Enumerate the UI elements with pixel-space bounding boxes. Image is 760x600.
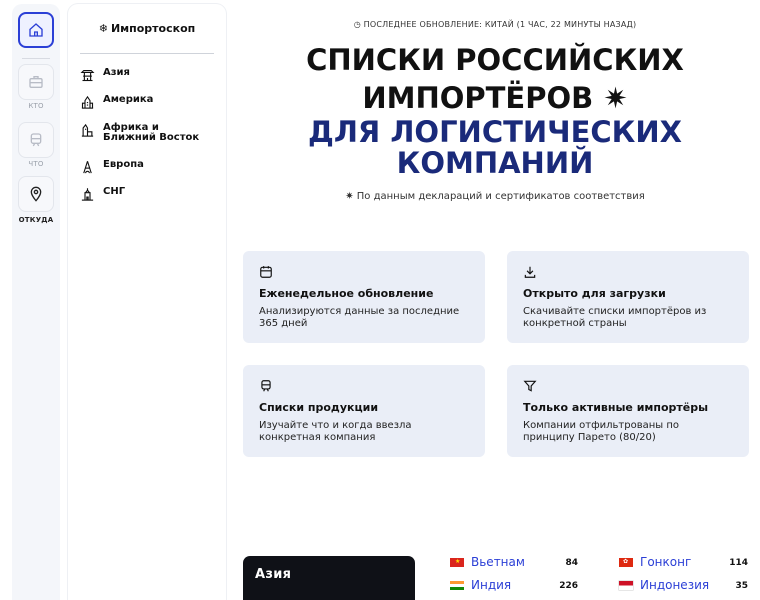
rail-label-from-where: ОТКУДА — [18, 216, 54, 224]
what-button[interactable] — [18, 122, 54, 158]
country-link-hongkong[interactable]: ✿ Гонконг — [619, 555, 691, 569]
rail-divider — [22, 58, 50, 59]
card-title: Открыто для загрузки — [523, 287, 666, 300]
region-sidebar: ❄ Импортоскоп Азия Америка Африка и Ближн… — [68, 4, 226, 600]
briefcase-icon — [29, 76, 43, 88]
sidebar-item-cis[interactable]: СНГ — [80, 187, 213, 202]
country-link-indonesia[interactable]: Индонезия — [619, 578, 709, 592]
country-link-india[interactable]: Индия — [450, 578, 511, 592]
card-title: Только активные импортёры — [523, 401, 709, 414]
filter-icon — [523, 380, 537, 392]
feature-card-active-importers: Только активные импортёры Компании отфил… — [507, 365, 749, 457]
card-text: Скачивайте списки импортёров из конкретн… — [523, 306, 707, 329]
indonesia-flag-icon — [619, 580, 633, 590]
card-text: Компании отфильтрованы по принципу Парет… — [523, 420, 680, 443]
calendar-icon — [260, 266, 272, 278]
pagoda-icon — [80, 69, 95, 82]
sidebar-item-europe[interactable]: Европа — [80, 160, 213, 175]
card-title: Списки продукции — [259, 401, 379, 414]
rail-label-who: КТО — [28, 102, 44, 110]
home-button[interactable] — [18, 12, 54, 48]
vietnam-flag-icon: ★ — [450, 557, 464, 567]
feature-card-weekly-update: Еженедельное обновление Анализируются да… — [243, 251, 485, 343]
country-count: 35 — [735, 581, 748, 591]
sidebar-divider — [80, 53, 214, 54]
hongkong-flag-icon: ✿ — [619, 557, 633, 567]
skyscraper-icon — [81, 95, 94, 109]
card-text: Изучайте что и когда ввезла конкретная к… — [259, 420, 412, 443]
card-text: Анализируются данные за последние 365 дн… — [259, 306, 460, 329]
page-title-line-3: ДЛЯ ЛОГИСТИЧЕСКИХ — [307, 115, 683, 149]
page-subtitle: ✷ По данным деклараций и сертификатов со… — [345, 191, 645, 202]
who-button[interactable] — [18, 64, 54, 100]
map-pin-icon — [30, 186, 42, 202]
sidebar-item-america[interactable]: Америка — [80, 95, 213, 110]
sidebar-item-asia[interactable]: Азия — [80, 68, 213, 83]
sidebar-item-africa-middle-east[interactable]: Африка и Ближний Восток — [80, 123, 213, 143]
from-where-button[interactable] — [18, 176, 54, 212]
last-update-status: ◷ ПОСЛЕДНЕЕ ОБНОВЛЕНИЕ: КИТАЙ (1 ЧАС, 22… — [353, 20, 637, 29]
card-title: Еженедельное обновление — [259, 287, 434, 300]
page-title-line-4: КОМПАНИЙ — [396, 146, 594, 180]
country-count: 84 — [565, 558, 578, 568]
train-icon — [30, 133, 42, 147]
feature-card-product-lists: Списки продукции Изучайте что и когда вв… — [243, 365, 485, 457]
sphinx-icon — [81, 123, 94, 137]
page-title-line-2: ИМПОРТЁРОВ ✷ — [362, 81, 628, 115]
country-count: 226 — [559, 581, 578, 591]
region-tile-asia[interactable]: Азия — [243, 556, 415, 600]
snowflake-icon: ❄ — [98, 22, 108, 35]
rail-label-what: ЧТО — [28, 160, 44, 168]
eiffel-tower-icon — [83, 161, 92, 174]
kremlin-icon — [81, 188, 94, 201]
icon-rail: КТО ЧТО ОТКУДА — [12, 4, 60, 600]
india-flag-icon — [450, 580, 464, 590]
sidebar-title[interactable]: ❄ Импортоскоп — [68, 22, 226, 35]
download-icon — [524, 266, 536, 278]
train-icon — [261, 380, 271, 392]
home-icon — [29, 23, 43, 37]
page-title-line-1: СПИСКИ РОССИЙСКИХ — [306, 43, 684, 77]
country-link-vietnam[interactable]: ★ Вьетнам — [450, 555, 525, 569]
country-count: 114 — [729, 558, 748, 568]
clock-icon: ◷ — [353, 20, 364, 29]
feature-card-open-download: Открыто для загрузки Скачивайте списки и… — [507, 251, 749, 343]
